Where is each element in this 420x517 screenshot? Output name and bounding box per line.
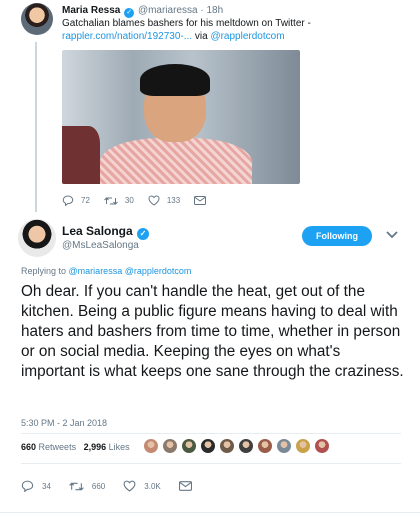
- author-handle[interactable]: @MsLeaSalonga: [62, 240, 139, 251]
- like-button[interactable]: 3.0K: [123, 480, 161, 492]
- liker-avatar[interactable]: [219, 438, 235, 454]
- media-person-shirt: [100, 138, 252, 184]
- reply-count: 72: [81, 196, 90, 205]
- liker-avatar[interactable]: [238, 438, 254, 454]
- liker-avatars: [143, 438, 333, 454]
- liker-avatar[interactable]: [143, 438, 159, 454]
- tweet-media-image[interactable]: [62, 50, 300, 184]
- divider: [21, 433, 401, 434]
- via-label: via: [194, 31, 208, 42]
- tweet-stats: 660 Retweets 2,996 Likes: [21, 442, 130, 452]
- parent-author-name[interactable]: Maria Ressa: [62, 5, 120, 16]
- time-separator: ·: [200, 5, 204, 16]
- retweet-icon: [69, 482, 84, 490]
- retweet-count: 660: [91, 481, 106, 491]
- liker-avatar[interactable]: [162, 438, 178, 454]
- parent-tweet-text: Gatchalian blames bashers for his meltdo…: [62, 17, 362, 43]
- chevron-down-icon[interactable]: [386, 231, 398, 239]
- direct-message-button[interactable]: [178, 480, 200, 492]
- author-name[interactable]: Lea Salonga: [62, 224, 133, 238]
- replying-to: Replying to @mariaressa @rapplerdotcom: [21, 266, 191, 276]
- tweet-timestamp[interactable]: 5:30 PM - 2 Jan 2018: [21, 418, 107, 428]
- following-button[interactable]: Following: [302, 226, 372, 246]
- reply-button[interactable]: 34: [21, 480, 51, 492]
- divider: [0, 512, 420, 513]
- replying-to-user-link[interactable]: @rapplerdotcom: [125, 266, 192, 276]
- tweet-actions: 34 660 3.0K: [21, 480, 211, 492]
- parent-tweet-actions: 72 30 133: [62, 195, 252, 206]
- like-count: 3.0K: [144, 481, 161, 491]
- liker-avatar[interactable]: [314, 438, 330, 454]
- retweets-stat[interactable]: 660 Retweets: [21, 442, 76, 452]
- thread-line: [35, 42, 37, 212]
- author-name-row[interactable]: Lea Salonga ✓: [62, 224, 150, 240]
- replying-to-user-link[interactable]: @mariaressa: [69, 266, 123, 276]
- media-background-figure: [62, 126, 100, 184]
- retweet-icon: [104, 196, 118, 205]
- reply-count: 34: [42, 481, 51, 491]
- parent-author-handle[interactable]: @mariaressa: [138, 5, 198, 16]
- likes-stat[interactable]: 2,996 Likes: [84, 442, 130, 452]
- liker-avatar[interactable]: [257, 438, 273, 454]
- reply-icon: [62, 195, 74, 206]
- parent-tweet[interactable]: Maria Ressa ✓ @mariaressa · 18h Gatchali…: [0, 0, 420, 212]
- heart-icon: [148, 195, 160, 206]
- liker-avatar[interactable]: [276, 438, 292, 454]
- like-button[interactable]: 133: [148, 195, 180, 206]
- reply-icon: [21, 480, 34, 492]
- reply-button[interactable]: 72: [62, 195, 90, 206]
- liker-avatar[interactable]: [200, 438, 216, 454]
- like-count: 133: [166, 196, 181, 205]
- parent-tweet-time[interactable]: 18h: [206, 5, 223, 16]
- replying-to-label: Replying to: [21, 266, 67, 276]
- parent-tweet-text-line: Gatchalian blames bashers for his meltdo…: [62, 18, 311, 29]
- retweet-button[interactable]: 30: [104, 195, 134, 206]
- retweet-button[interactable]: 660: [69, 480, 105, 492]
- envelope-icon: [178, 481, 192, 491]
- verified-badge-icon: ✓: [137, 228, 150, 240]
- heart-icon: [123, 480, 136, 492]
- envelope-icon: [194, 196, 207, 205]
- retweet-count: 30: [124, 196, 134, 205]
- article-link[interactable]: rappler.com/nation/192730-...: [62, 31, 192, 42]
- parent-author-avatar[interactable]: [21, 3, 53, 35]
- media-person-hair: [140, 64, 210, 96]
- liker-avatar[interactable]: [181, 438, 197, 454]
- via-handle-link[interactable]: @rapplerdotcom: [210, 31, 284, 42]
- author-avatar[interactable]: [18, 219, 56, 257]
- tweet-text: Oh dear. If you can't handle the heat, g…: [21, 283, 404, 380]
- liker-avatar[interactable]: [295, 438, 311, 454]
- direct-message-button[interactable]: [194, 195, 213, 206]
- divider: [21, 463, 401, 464]
